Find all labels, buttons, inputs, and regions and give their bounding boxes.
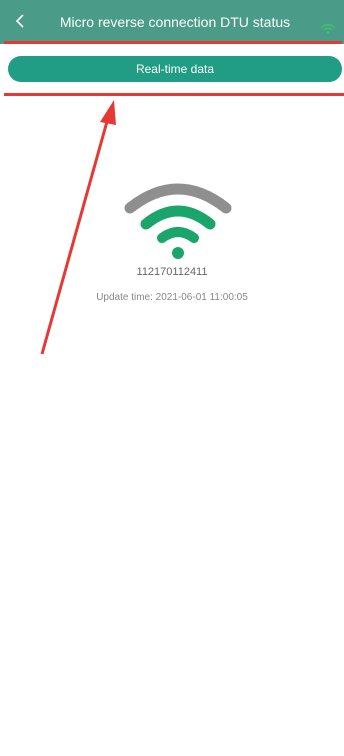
wifi-status-icon — [320, 22, 336, 36]
device-id: 112170112411 — [136, 266, 208, 278]
annotation-arrow — [40, 100, 116, 355]
chevron-left-icon — [15, 14, 24, 28]
annotation-underline-button — [4, 93, 344, 96]
back-button[interactable] — [10, 10, 32, 32]
update-time-value: 2021-06-01 11:00:05 — [155, 292, 248, 303]
update-time-label: Update time — [96, 292, 151, 303]
toolbar: Real-time data — [0, 44, 344, 96]
wifi-signal-icon — [124, 183, 232, 259]
update-time: Update time: 2021-06-01 11:00:05 — [0, 292, 344, 303]
dtu-status-page: Micro reverse connection DTU status Real… — [0, 0, 344, 756]
page-title: Micro reverse connection DTU status — [59, 14, 291, 30]
realtime-data-button[interactable]: Real-time data — [8, 56, 342, 82]
app-header: Micro reverse connection DTU status — [0, 0, 344, 44]
